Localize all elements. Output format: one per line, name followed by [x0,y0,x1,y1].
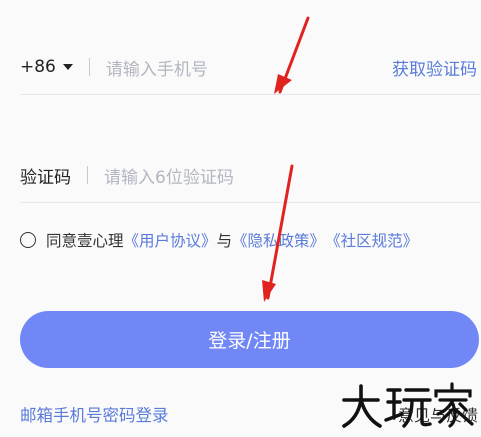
get-code-button[interactable]: 获取验证码 [392,55,477,80]
code-input[interactable]: 请输入6位验证码 [104,163,481,188]
feedback-link[interactable]: 意见与反馈 [398,402,478,426]
country-code-selector[interactable]: +86 [20,57,73,77]
radio-unchecked-icon[interactable] [20,232,36,248]
field-separator [87,166,88,184]
agreement-row: 同意壹心理 《用户协议》 与 《隐私政策》 《社区规范》 [20,228,481,252]
login-page: +86 请输入手机号 获取验证码 验证码 请输入6位验证码 同意壹心理 《用户协… [0,0,481,437]
country-code-label: +86 [20,57,56,77]
login-register-button[interactable]: 登录/注册 [20,311,479,368]
privacy-policy-link[interactable]: 《隐私政策》 [232,229,325,251]
user-agreement-link[interactable]: 《用户协议》 [124,229,217,251]
phone-row: +86 请输入手机号 获取验证码 [20,48,481,86]
phone-divider [20,94,481,95]
code-row: 验证码 请输入6位验证码 [20,156,481,194]
email-password-login-link[interactable]: 邮箱手机号密码登录 [20,402,169,426]
agreement-prefix: 同意壹心理 [46,232,124,250]
agreement-and: 与 [216,232,233,250]
login-register-label: 登录/注册 [208,330,291,352]
code-divider [20,202,481,203]
field-separator [88,58,90,76]
community-rules-link[interactable]: 《社区规范》 [325,229,418,251]
chevron-down-icon [62,64,73,70]
code-label: 验证码 [20,167,71,188]
